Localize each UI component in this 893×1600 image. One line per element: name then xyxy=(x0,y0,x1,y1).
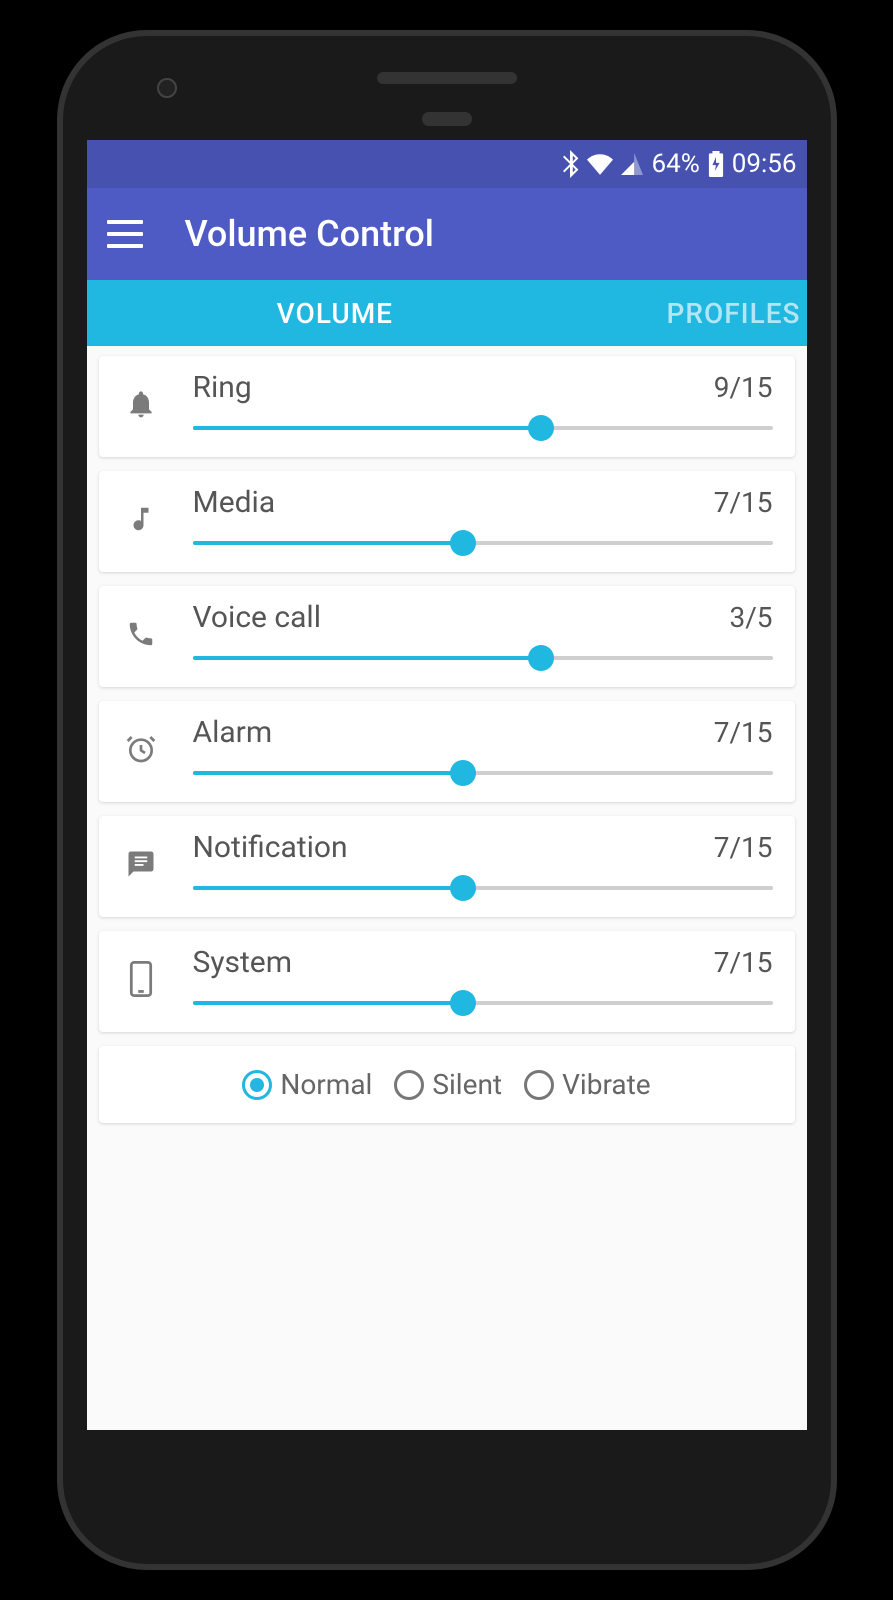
radio-icon xyxy=(242,1070,272,1100)
volume-card-ring: Ring 9/15 xyxy=(99,356,795,457)
app-bar: Volume Control xyxy=(87,188,807,280)
mode-label: Vibrate xyxy=(562,1068,651,1101)
slider-label: Notification xyxy=(193,830,348,865)
slider-label: Media xyxy=(193,485,276,520)
app-title: Volume Control xyxy=(185,213,434,255)
alarm-icon xyxy=(117,733,165,765)
volume-slider[interactable] xyxy=(193,419,773,437)
phone-icon xyxy=(117,619,165,649)
battery-percent: 64% xyxy=(651,149,699,179)
volume-slider[interactable] xyxy=(193,764,773,782)
tab-profiles[interactable]: PROFILES xyxy=(490,297,806,330)
mode-label: Silent xyxy=(432,1068,502,1101)
radio-icon xyxy=(524,1070,554,1100)
mode-label: Normal xyxy=(280,1068,372,1101)
message-icon xyxy=(117,849,165,879)
slider-label: Ring xyxy=(193,370,252,405)
bluetooth-icon xyxy=(561,150,579,178)
device-icon xyxy=(117,961,165,997)
slider-value: 7/15 xyxy=(714,946,773,979)
volume-card-voice-call: Voice call 3/5 xyxy=(99,586,795,687)
battery-icon xyxy=(708,151,724,177)
status-bar: 64% 09:56 xyxy=(87,140,807,188)
tab-bar: VOLUME PROFILES xyxy=(87,280,807,346)
slider-value: 7/15 xyxy=(714,831,773,864)
volume-card-system: System 7/15 xyxy=(99,931,795,1032)
clock: 09:56 xyxy=(732,149,797,179)
radio-icon xyxy=(394,1070,424,1100)
mode-normal[interactable]: Normal xyxy=(242,1068,372,1101)
slider-label: System xyxy=(193,945,293,980)
slider-value: 7/15 xyxy=(714,716,773,749)
slider-value: 9/15 xyxy=(714,371,773,404)
volume-slider[interactable] xyxy=(193,649,773,667)
mode-silent[interactable]: Silent xyxy=(394,1068,502,1101)
sound-mode-card: Normal Silent Vibrate xyxy=(99,1046,795,1123)
note-icon xyxy=(117,504,165,534)
mode-vibrate[interactable]: Vibrate xyxy=(524,1068,651,1101)
tab-volume[interactable]: VOLUME xyxy=(180,297,490,330)
slider-value: 3/5 xyxy=(729,601,772,634)
volume-slider[interactable] xyxy=(193,994,773,1012)
slider-label: Alarm xyxy=(193,715,273,750)
slider-value: 7/15 xyxy=(714,486,773,519)
volume-card-alarm: Alarm 7/15 xyxy=(99,701,795,802)
volume-slider[interactable] xyxy=(193,534,773,552)
signal-icon xyxy=(621,153,643,175)
volume-card-notification: Notification 7/15 xyxy=(99,816,795,917)
slider-label: Voice call xyxy=(193,600,322,635)
menu-icon[interactable] xyxy=(107,220,143,248)
volume-slider[interactable] xyxy=(193,879,773,897)
volume-card-media: Media 7/15 xyxy=(99,471,795,572)
content-area: Ring 9/15 Media 7/15 Voice c xyxy=(87,346,807,1133)
bell-icon xyxy=(117,388,165,420)
wifi-icon xyxy=(587,153,613,175)
